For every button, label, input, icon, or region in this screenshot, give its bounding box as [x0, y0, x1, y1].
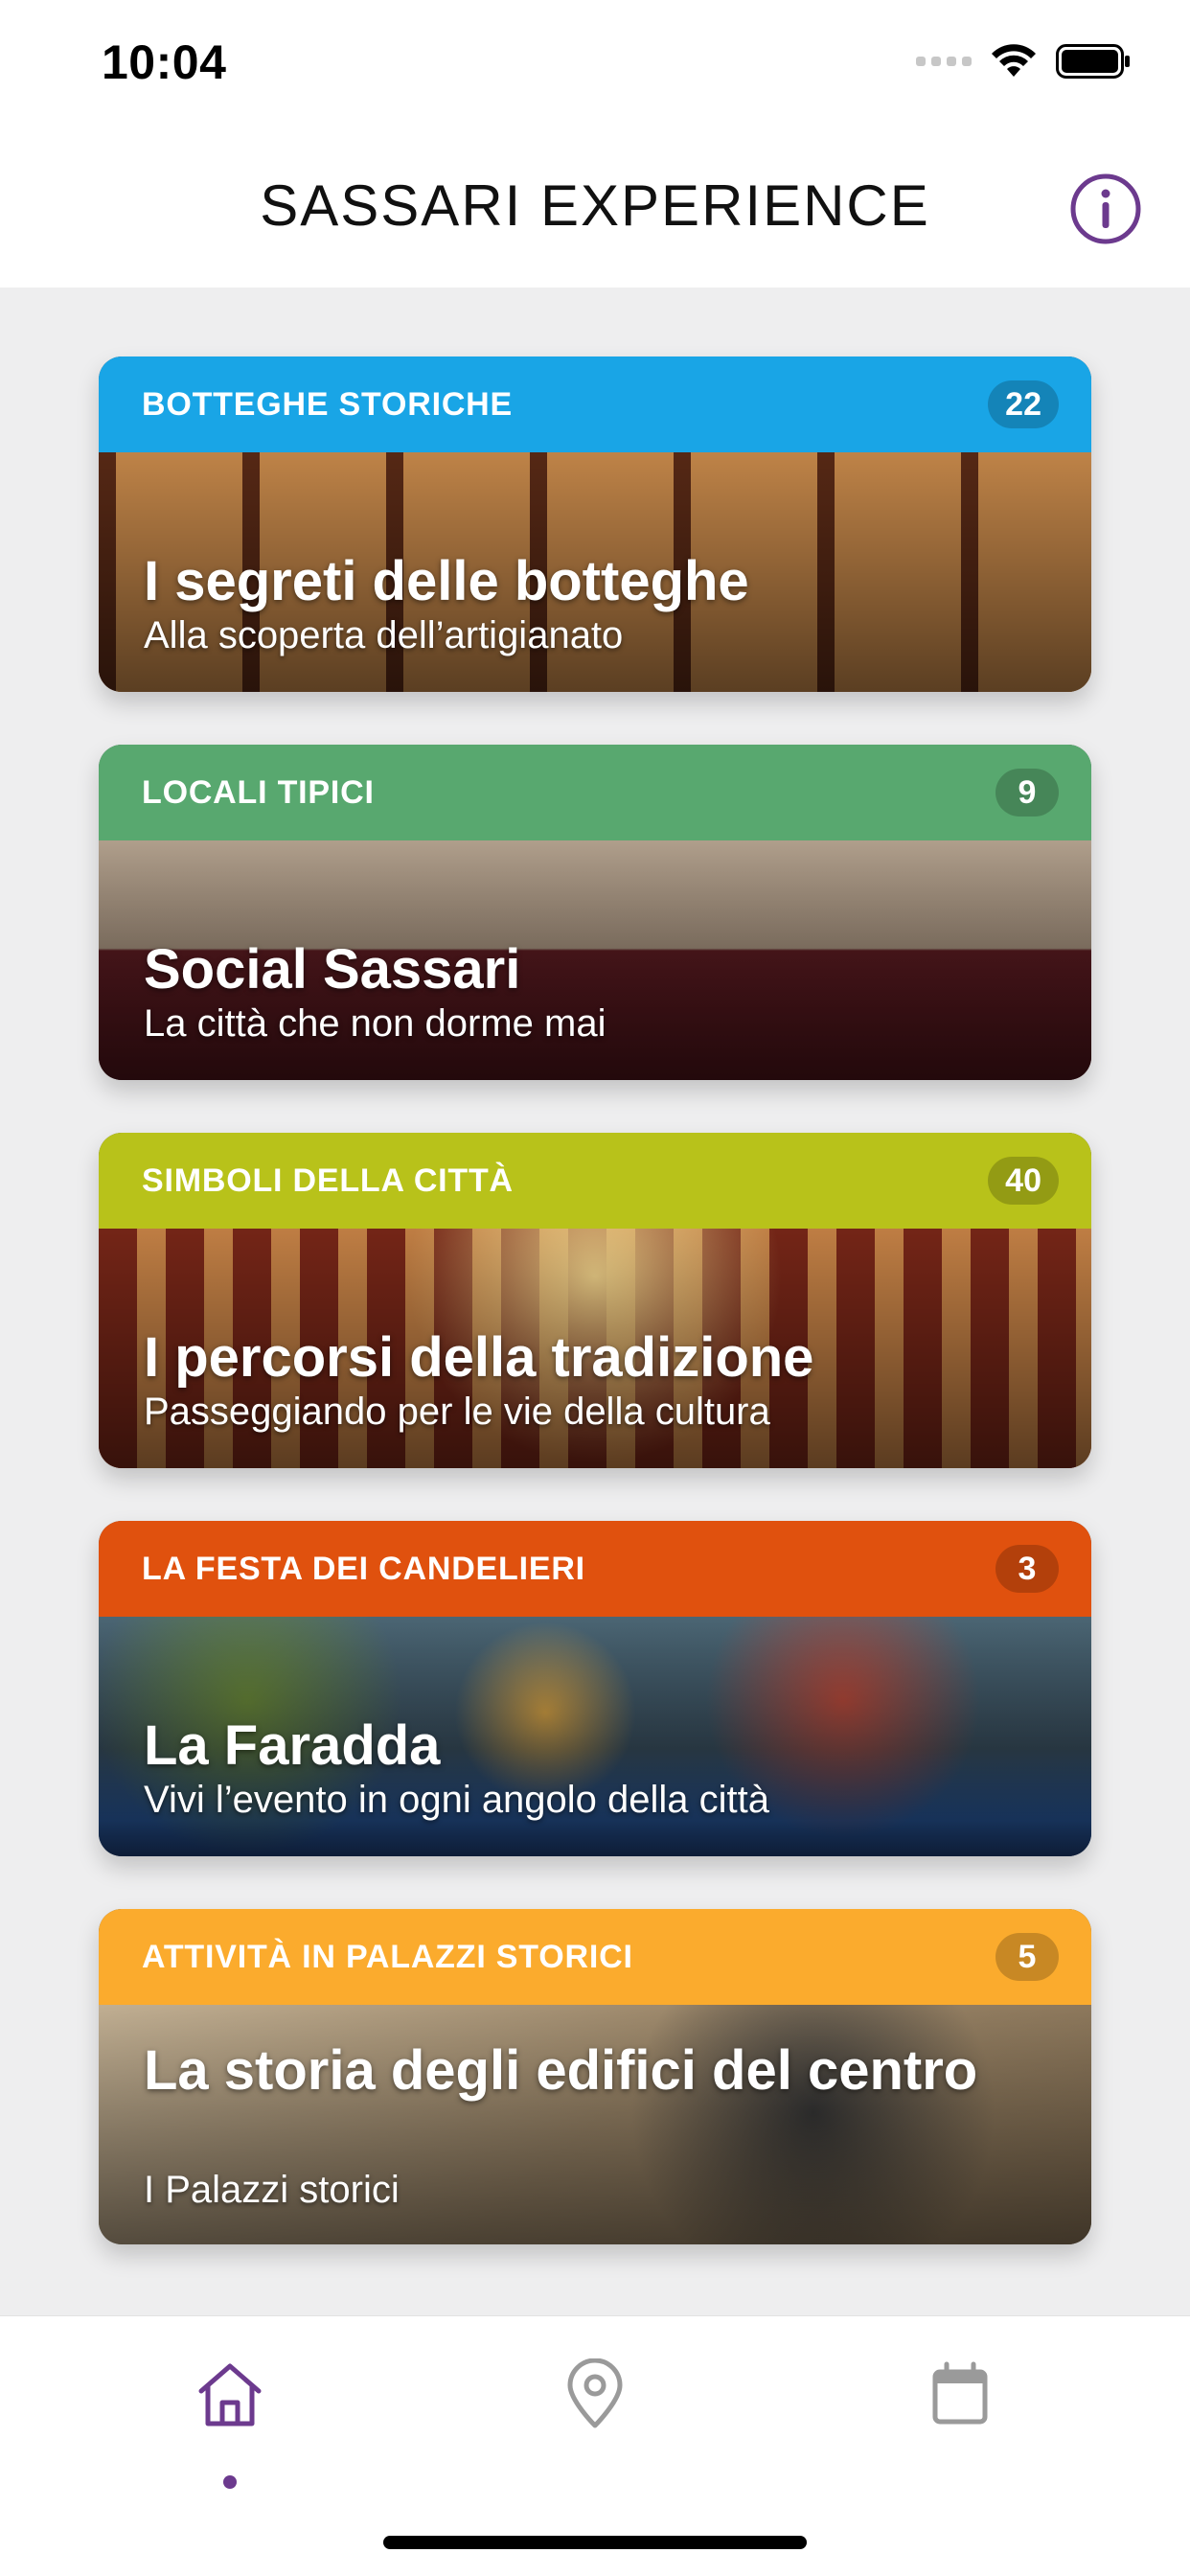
- card-subtitle: I Palazzi storici: [144, 2169, 400, 2211]
- card-image: La Faradda Vivi l’evento in ogni angolo …: [99, 1617, 1091, 1856]
- card-title: Social Sassari: [144, 938, 521, 1000]
- card-category-band: LOCALI TIPICI 9: [99, 745, 1091, 840]
- card-category-label: LOCALI TIPICI: [142, 773, 375, 811]
- card-subtitle: Passeggiando per le vie della cultura: [144, 1391, 770, 1433]
- card-title: I segreti delle botteghe: [144, 550, 749, 612]
- card-category-band: BOTTEGHE STORICHE 22: [99, 356, 1091, 452]
- card-image: I segreti delle botteghe Alla scoperta d…: [99, 452, 1091, 692]
- map-pin-icon: [567, 2358, 623, 2428]
- card-title: I percorsi della tradizione: [144, 1326, 814, 1389]
- card-count-badge: 5: [995, 1933, 1059, 1981]
- status-icons: [916, 44, 1131, 79]
- card-subtitle: La città che non dorme mai: [144, 1002, 606, 1045]
- experience-card[interactable]: LA FESTA DEI CANDELIERI 3 La Faradda Viv…: [99, 1521, 1091, 1856]
- card-subtitle: Alla scoperta dell’artigianato: [144, 614, 624, 656]
- card-count-badge: 40: [988, 1157, 1059, 1205]
- card-category-label: LA FESTA DEI CANDELIERI: [142, 1550, 585, 1587]
- home-icon: [198, 2363, 262, 2426]
- card-category-label: ATTIVITÀ IN PALAZZI STORICI: [142, 1938, 633, 1975]
- tab-home[interactable]: [172, 2358, 287, 2489]
- card-title: La storia degli edifici del centro: [144, 2039, 978, 2102]
- card-title: La Faradda: [144, 1714, 441, 1777]
- card-category-label: SIMBOLI DELLA CITTÀ: [142, 1162, 514, 1199]
- status-time: 10:04: [102, 35, 227, 89]
- card-image: La storia degli edifici del centro I Pal…: [99, 2005, 1091, 2244]
- card-subtitle: Vivi l’evento in ogni angolo della città: [144, 1779, 770, 1821]
- tab-calendar[interactable]: [903, 2358, 1018, 2473]
- experience-card[interactable]: ATTIVITÀ IN PALAZZI STORICI 5 La storia …: [99, 1909, 1091, 2244]
- active-tab-indicator: [223, 2475, 237, 2489]
- card-image: I percorsi della tradizione Passeggiando…: [99, 1229, 1091, 1468]
- page-title: SASSARI EXPERIENCE: [260, 173, 930, 238]
- battery-icon: [1056, 44, 1130, 79]
- app-header: SASSARI EXPERIENCE: [0, 134, 1190, 288]
- info-icon: [1070, 173, 1141, 244]
- status-bar: 10:04: [0, 0, 1190, 134]
- card-count-badge: 3: [995, 1545, 1059, 1593]
- card-count-badge: 9: [995, 769, 1059, 816]
- cellular-signal-icon: [916, 57, 972, 66]
- card-category-label: BOTTEGHE STORICHE: [142, 385, 514, 423]
- experience-card[interactable]: BOTTEGHE STORICHE 22 I segreti delle bot…: [99, 356, 1091, 692]
- experience-card[interactable]: SIMBOLI DELLA CITTÀ 40 I percorsi della …: [99, 1133, 1091, 1468]
- experience-card[interactable]: LOCALI TIPICI 9 Social Sassari La città …: [99, 745, 1091, 1080]
- card-category-band: SIMBOLI DELLA CITTÀ 40: [99, 1133, 1091, 1229]
- calendar-icon: [932, 2361, 988, 2425]
- tab-map[interactable]: [538, 2358, 652, 2473]
- info-button[interactable]: [1069, 172, 1142, 245]
- card-count-badge: 22: [988, 380, 1059, 428]
- card-image: Social Sassari La città che non dorme ma…: [99, 840, 1091, 1080]
- home-indicator[interactable]: [383, 2536, 807, 2549]
- card-category-band: ATTIVITÀ IN PALAZZI STORICI 5: [99, 1909, 1091, 2005]
- card-category-band: LA FESTA DEI CANDELIERI 3: [99, 1521, 1091, 1617]
- wifi-icon: [992, 44, 1036, 77]
